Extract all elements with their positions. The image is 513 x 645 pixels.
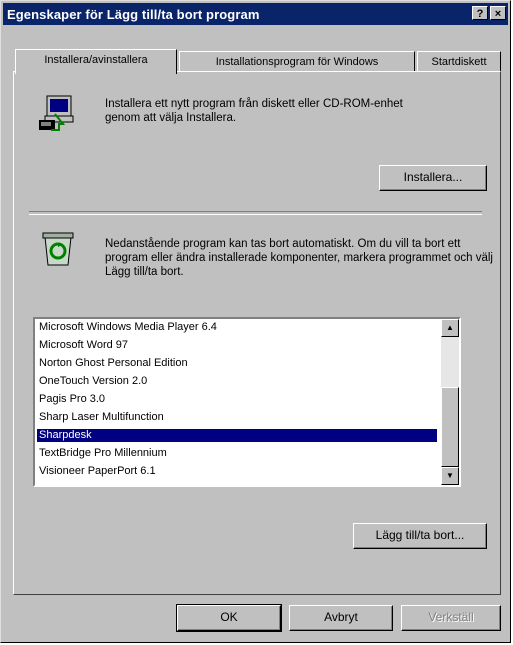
section-divider xyxy=(29,211,482,215)
help-button[interactable]: ? xyxy=(472,6,488,20)
tab-startup-disk[interactable]: Startdiskett xyxy=(417,51,501,73)
close-button[interactable]: × xyxy=(490,6,506,20)
list-item[interactable]: Visioneer PaperPort 6.1 xyxy=(39,465,437,478)
list-item-selected[interactable]: Sharpdesk xyxy=(37,429,437,442)
apply-button[interactable]: Verkställ xyxy=(401,605,501,631)
program-list[interactable]: Microsoft Windows Media Player 6.4 Micro… xyxy=(33,317,461,487)
tab-startup-disk-label: Startdiskett xyxy=(431,56,487,68)
install-computer-icon xyxy=(39,95,74,131)
install-description: Installera ett nytt program från diskett… xyxy=(105,98,403,124)
cancel-button[interactable]: Avbryt xyxy=(289,605,393,631)
scroll-down-button[interactable]: ▼ xyxy=(441,467,459,485)
install-button[interactable]: Installera... xyxy=(379,165,487,191)
recycle-icon xyxy=(42,232,74,266)
add-remove-button[interactable]: Lägg till/ta bort... xyxy=(353,523,487,549)
list-item[interactable]: Norton Ghost Personal Edition xyxy=(39,357,437,370)
list-scrollbar[interactable]: ▲ ▼ xyxy=(441,319,459,485)
tab-windows-setup[interactable]: Installationsprogram för Windows xyxy=(179,51,415,73)
list-item[interactable]: Microsoft Word 97 xyxy=(39,339,437,352)
tab-install-uninstall[interactable]: Installera/avinstallera xyxy=(15,49,177,74)
tab-windows-setup-label: Installationsprogram för Windows xyxy=(215,56,379,68)
list-item[interactable]: Pagis Pro 3.0 xyxy=(39,393,437,406)
list-item[interactable]: OneTouch Version 2.0 xyxy=(39,375,437,388)
properties-dialog: Egenskaper för Lägg till/ta bort program… xyxy=(0,0,511,643)
scroll-up-button[interactable]: ▲ xyxy=(441,319,459,337)
tab-install-uninstall-label: Installera/avinstallera xyxy=(44,54,148,66)
ok-button[interactable]: OK xyxy=(176,604,282,632)
list-item[interactable]: TextBridge Pro Millennium xyxy=(39,447,437,460)
title-bar: Egenskaper för Lägg till/ta bort program… xyxy=(3,3,508,25)
scroll-thumb[interactable] xyxy=(441,387,459,467)
window-title: Egenskaper för Lägg till/ta bort program xyxy=(7,7,260,22)
remove-description: Nedanstående program kan tas bort automa… xyxy=(105,238,493,278)
list-item[interactable]: Microsoft Windows Media Player 6.4 xyxy=(39,321,437,334)
list-item[interactable]: Sharp Laser Multifunction xyxy=(39,411,437,424)
